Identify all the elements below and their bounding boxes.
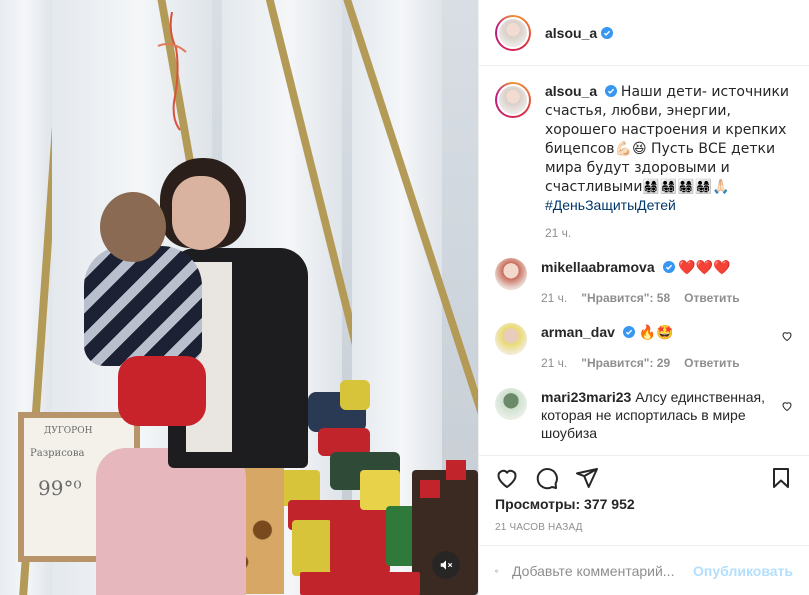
caption-time[interactable]: 21 ч. [545, 224, 571, 242]
commenter-avatar[interactable] [495, 323, 527, 355]
commenter-avatar[interactable] [495, 258, 527, 290]
toy-block [300, 572, 420, 595]
comment-time[interactable]: 21 ч. [541, 289, 567, 307]
verified-badge-icon [601, 26, 614, 39]
commenter-avatar[interactable] [495, 388, 527, 420]
toy-block [340, 380, 370, 410]
comment-bubble-icon[interactable] [535, 466, 559, 490]
reply-button[interactable]: Ответить [684, 354, 739, 372]
child-pants [118, 356, 206, 426]
save-bookmark-icon[interactable] [769, 466, 793, 490]
post-caption: alsou_a Наши дети- источники счастья, лю… [495, 82, 793, 242]
comment-item: mikellaabramova ❤️❤️❤️ 21 ч. "Нравится":… [495, 258, 793, 342]
toy-block [292, 520, 332, 576]
caption-username[interactable]: alsou_a [545, 83, 597, 99]
speaker-muted-icon [440, 560, 453, 570]
post-header: alsou_a [479, 0, 809, 66]
commenter-username[interactable]: mikellaabramova [541, 259, 655, 275]
verified-badge-icon [662, 261, 675, 273]
toy-block [446, 460, 466, 480]
commenter-username[interactable]: arman_dav [541, 324, 615, 340]
post-timestamp[interactable]: 21 часов назад [495, 522, 793, 533]
comment-text: 🔥🤩 [638, 325, 674, 341]
share-paper-plane-icon[interactable] [575, 466, 599, 490]
emoji-smiley-icon[interactable] [495, 559, 498, 583]
verified-badge-icon [605, 85, 618, 97]
author-avatar[interactable] [495, 14, 531, 51]
author-username[interactable]: alsou_a [545, 25, 597, 41]
commenter-username[interactable]: mari23mari23 [541, 389, 631, 405]
comments-list[interactable]: alsou_a Наши дети- источники счастья, лю… [479, 66, 809, 455]
post-actions: Просмотры: 377 952 21 часов назад [479, 455, 809, 533]
post-sidebar: alsou_a alsou_a Наши дети- источники сча… [478, 0, 809, 595]
like-heart-icon[interactable] [495, 466, 519, 490]
reply-button[interactable]: Ответить [684, 289, 739, 307]
toy-block [420, 480, 440, 498]
comment-item: arman_dav 🔥🤩 21 ч. "Нравится": 29 Ответи… [495, 323, 793, 412]
child-head [100, 192, 166, 262]
child-sweater [84, 246, 202, 366]
whiteboard-text: 99°⁰ [38, 476, 82, 500]
whiteboard-text: ДУГОРОН [44, 426, 93, 436]
comment-input[interactable] [512, 562, 694, 579]
person-face [172, 176, 230, 250]
publish-comment-button[interactable]: Опубликовать [693, 563, 793, 579]
caption-text: Наши дети- источники счастья, любви, эне… [545, 84, 790, 195]
comment-likes[interactable]: "Нравится": 29 [581, 354, 670, 372]
whiteboard-text: Разрисова [30, 448, 85, 459]
person-legs [96, 448, 246, 595]
comment-like-heart-icon[interactable] [781, 400, 793, 412]
add-comment-bar: Опубликовать [479, 545, 809, 595]
toy-block [330, 516, 390, 574]
hanging-decoration [157, 12, 187, 131]
toy-block [360, 470, 400, 510]
comment-likes[interactable]: "Нравится": 58 [581, 289, 670, 307]
comment-like-heart-icon[interactable] [781, 330, 793, 342]
comment-item: mari23mari23 Алсу единственная, которая … [495, 388, 793, 442]
author-avatar[interactable] [495, 82, 531, 118]
comment-time[interactable]: 21 ч. [541, 354, 567, 372]
post-modal: ДУГОРОН Разрисова 99°⁰ alsou_a alsou_a Н… [0, 0, 809, 595]
mute-button[interactable] [432, 551, 460, 579]
verified-badge-icon [622, 326, 635, 338]
view-count[interactable]: Просмотры: 377 952 [495, 496, 793, 512]
post-video[interactable]: ДУГОРОН Разрисова 99°⁰ [0, 0, 478, 595]
comment-text: ❤️❤️❤️ [678, 260, 731, 276]
caption-hashtag[interactable]: #ДеньЗащитыДетей [545, 197, 676, 213]
